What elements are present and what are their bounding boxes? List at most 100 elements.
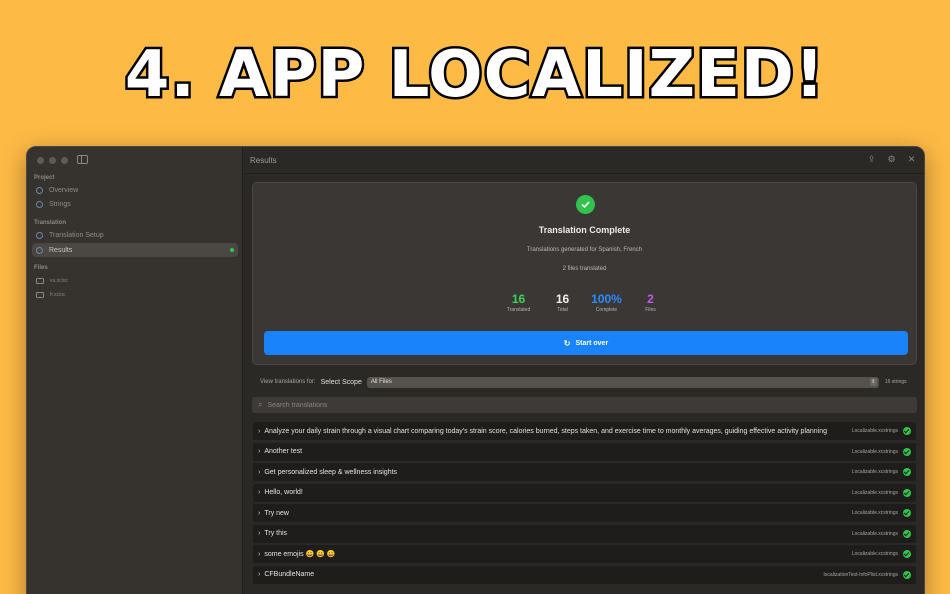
start-over-button[interactable]: ↻ Start over [264, 331, 908, 355]
completion-title: Translation Complete [538, 225, 631, 235]
row-file: Localizable.xcstrings [851, 469, 898, 475]
row-file: Localizable.xcstrings [851, 551, 898, 557]
sidebar-item-results[interactable]: Results [32, 243, 238, 257]
chevron-right-icon[interactable]: › [258, 489, 260, 496]
string-count: 16 strings [884, 379, 907, 385]
row-file: Localizable.xcstrings [851, 489, 898, 496]
stat-label: Complete [595, 307, 618, 313]
row-text: Hello, world! [264, 489, 303, 496]
status-dot [230, 248, 234, 252]
chevron-right-icon[interactable]: › [258, 469, 260, 476]
translations-list: › Analyze your daily strain through a vi… [253, 422, 916, 586]
scope-selected-value: All Files [370, 379, 392, 385]
sidebar-item-label: es.xcloc [50, 278, 69, 284]
sidebar-item-label: fr.xcloc [50, 292, 66, 298]
row-text: CFBundleName [264, 571, 315, 578]
sidebar-item-es-file[interactable]: es.xcloc [32, 274, 238, 288]
scope-select[interactable]: All Files ⇕ [366, 376, 879, 388]
sidebar: Project Overview Strings Translation Tra… [27, 147, 243, 594]
check-icon [903, 468, 911, 476]
chevron-right-icon[interactable]: › [258, 448, 260, 455]
stat-value: 16 [511, 292, 526, 306]
share-icon[interactable]: ⇪ [867, 155, 876, 164]
sidebar-item-fr-file[interactable]: fr.xcloc [32, 288, 238, 302]
strings-icon [36, 200, 43, 208]
check-icon [903, 427, 911, 435]
sidebar-item-label: Overview [49, 186, 79, 194]
row-file: Localizable.xcstrings [851, 448, 898, 455]
list-item[interactable]: › Analyze your daily strain through a vi… [253, 422, 916, 440]
stat-translated: 16 Translated [497, 292, 541, 314]
row-file: Localizable.xcstrings [851, 510, 898, 516]
folder-icon [36, 292, 44, 298]
list-item[interactable]: › Try this Localizable.xcstrings [253, 524, 916, 543]
stat-label: Translated [506, 307, 531, 313]
section-label-translation: Translation [34, 220, 67, 226]
search-input[interactable] [267, 401, 868, 409]
row-text: Try this [264, 530, 288, 537]
row-text: some emojis 😀 😀 😀 [264, 551, 336, 558]
sidebar-toggle-icon[interactable] [77, 155, 88, 164]
folder-icon [36, 278, 44, 284]
stat-value: 100% [591, 292, 622, 306]
stat-value: 16 [555, 292, 570, 306]
overview-icon [36, 186, 43, 194]
main-panel: Results ⇪ ⚙ ✕ Translation Complete Trans… [244, 147, 924, 594]
sidebar-item-strings[interactable]: Strings [32, 197, 238, 211]
check-icon [903, 570, 911, 579]
results-card: Translation Complete Translations genera… [252, 182, 917, 365]
stat-complete: 100% Complete [585, 292, 629, 314]
check-icon [903, 488, 911, 497]
main-header: Results ⇪ ⚙ ✕ [244, 147, 924, 174]
sidebar-item-label: Results [49, 246, 73, 254]
row-file: localizationTest-InfoPlist.xcstrings [823, 571, 898, 578]
files-translated-line: 2 files translated [562, 266, 607, 272]
list-item[interactable]: › CFBundleName localizationTest-InfoPlis… [253, 565, 916, 584]
sidebar-item-translation-setup[interactable]: Translation Setup [32, 228, 238, 242]
zoom-window-button[interactable] [61, 157, 68, 164]
stat-label: Files [645, 307, 656, 313]
close-icon[interactable]: ✕ [907, 155, 916, 164]
search-bar: ⌕ [252, 397, 917, 413]
chevron-right-icon[interactable]: › [258, 551, 260, 558]
row-file: Localizable.xcstrings [851, 428, 898, 434]
list-item[interactable]: › Get personalized sleep & wellness insi… [253, 463, 916, 481]
row-text: Analyze your daily strain through a visu… [264, 427, 828, 435]
scope-label: View translations for: [260, 379, 316, 385]
minimize-window-button[interactable] [49, 157, 56, 164]
window-controls [37, 157, 68, 164]
check-icon [903, 447, 911, 456]
gear-icon [36, 231, 43, 239]
row-text: Try new [264, 509, 289, 517]
list-item[interactable]: › Another test Localizable.xcstrings [253, 442, 916, 461]
chevron-right-icon[interactable]: › [258, 510, 260, 517]
check-icon [903, 509, 911, 517]
page-title: Results [250, 155, 277, 165]
headline: 4. APP LOCALIZED! [122, 36, 826, 115]
list-item[interactable]: › Hello, world! Localizable.xcstrings [253, 483, 916, 502]
chevron-right-icon[interactable]: › [258, 571, 260, 578]
search-icon: ⌕ [258, 400, 263, 409]
close-window-button[interactable] [37, 157, 44, 164]
row-file: Localizable.xcstrings [851, 530, 898, 537]
section-label-project: Project [34, 175, 55, 181]
app-window: Project Overview Strings Translation Tra… [26, 146, 925, 594]
check-icon [903, 550, 911, 558]
list-item[interactable]: › some emojis 😀 😀 😀 Localizable.xcstring… [253, 545, 916, 563]
stat-value: 2 [647, 292, 654, 306]
start-over-label: Start over [575, 339, 609, 347]
section-label-files: Files [34, 265, 48, 271]
chevron-right-icon[interactable]: › [258, 530, 260, 537]
row-text: Another test [264, 448, 303, 455]
sidebar-item-overview[interactable]: Overview [32, 183, 238, 197]
chevron-right-icon[interactable]: › [258, 428, 260, 435]
chevron-updown-icon: ⇕ [869, 377, 877, 386]
scope-row: View translations for: Select Scope All … [260, 376, 916, 388]
settings-icon[interactable]: ⚙ [887, 155, 896, 164]
results-icon [36, 246, 43, 254]
sidebar-item-label: Translation Setup [49, 231, 104, 239]
row-text: Get personalized sleep & wellness insigh… [264, 468, 398, 476]
stat-label: Total [557, 307, 568, 313]
completion-subtitle: Translations generated for Spanish, Fren… [526, 247, 643, 253]
list-item[interactable]: › Try new Localizable.xcstrings [253, 504, 916, 522]
